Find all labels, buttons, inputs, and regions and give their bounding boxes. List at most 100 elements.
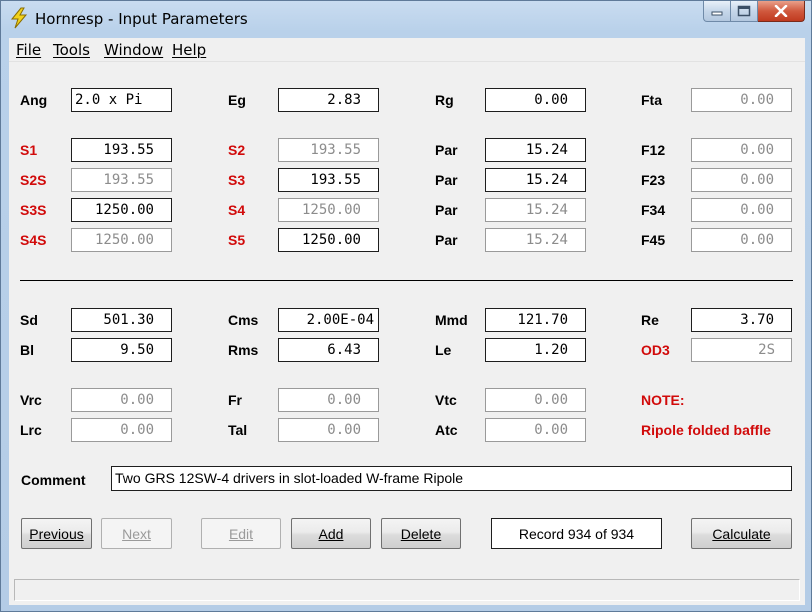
fr-field[interactable]: 0.00 bbox=[278, 388, 379, 412]
f23-label: F23 bbox=[641, 172, 666, 188]
calculate-button[interactable]: Calculate bbox=[691, 518, 792, 549]
minimize-button[interactable] bbox=[703, 1, 731, 22]
status-bar bbox=[9, 575, 805, 605]
note-heading: NOTE: bbox=[641, 392, 685, 408]
main-window: Hornresp - Input Parameters File Tools W… bbox=[0, 0, 812, 612]
par1-label: Par bbox=[435, 142, 458, 158]
s2s-label: S2S bbox=[20, 172, 47, 188]
rms-field[interactable]: 6.43 bbox=[278, 338, 379, 362]
calculate-label: Calculate bbox=[712, 525, 771, 542]
od3-field[interactable]: 2S bbox=[691, 338, 792, 362]
comment-field[interactable]: Two GRS 12SW-4 drivers in slot-loaded W-… bbox=[111, 466, 792, 491]
s2s-field[interactable]: 193.55 bbox=[71, 168, 172, 192]
window-title: Hornresp - Input Parameters bbox=[35, 10, 248, 28]
note-text: Ripole folded baffle bbox=[641, 422, 771, 438]
edit-button[interactable]: Edit bbox=[201, 518, 281, 549]
s3-field[interactable]: 193.55 bbox=[278, 168, 379, 192]
cms-label: Cms bbox=[228, 312, 259, 328]
atc-field[interactable]: 0.00 bbox=[485, 418, 586, 442]
eg-field[interactable]: 2.83 bbox=[278, 88, 379, 112]
vtc-field[interactable]: 0.00 bbox=[485, 388, 586, 412]
menu-tools[interactable]: Tools bbox=[53, 41, 90, 59]
add-button[interactable]: Add bbox=[291, 518, 371, 549]
add-label: Add bbox=[318, 525, 344, 542]
sd-field[interactable]: 501.30 bbox=[71, 308, 172, 332]
od3-label: OD3 bbox=[641, 342, 670, 358]
re-field[interactable]: 3.70 bbox=[691, 308, 792, 332]
input-parameters-form: Ang 2.0 x Pi Eg 2.83 Rg 0.00 Fta 0.00 S1… bbox=[9, 62, 805, 575]
le-field[interactable]: 1.20 bbox=[485, 338, 586, 362]
f23-field[interactable]: 0.00 bbox=[691, 168, 792, 192]
fr-label: Fr bbox=[228, 392, 242, 408]
minimize-icon bbox=[711, 11, 723, 16]
section-divider bbox=[20, 280, 793, 281]
status-panel bbox=[14, 579, 800, 601]
vtc-label: Vtc bbox=[435, 392, 457, 408]
menu-bar: File Tools Window Help bbox=[9, 38, 805, 62]
menu-help[interactable]: Help bbox=[172, 41, 206, 59]
s1-field[interactable]: 193.55 bbox=[71, 138, 172, 162]
f12-label: F12 bbox=[641, 142, 666, 158]
s2-label: S2 bbox=[228, 142, 246, 158]
par2-field[interactable]: 15.24 bbox=[485, 168, 586, 192]
s1-label: S1 bbox=[20, 142, 38, 158]
rg-label: Rg bbox=[435, 92, 454, 108]
record-counter: Record 934 of 934 bbox=[491, 518, 662, 549]
comment-label: Comment bbox=[21, 472, 86, 488]
s3s-field[interactable]: 1250.00 bbox=[71, 198, 172, 222]
vrc-field[interactable]: 0.00 bbox=[71, 388, 172, 412]
s3-label: S3 bbox=[228, 172, 246, 188]
ang-label: Ang bbox=[20, 92, 48, 108]
s4-field[interactable]: 1250.00 bbox=[278, 198, 379, 222]
delete-button[interactable]: Delete bbox=[381, 518, 461, 549]
close-icon bbox=[774, 5, 788, 17]
title-bar[interactable]: Hornresp - Input Parameters bbox=[1, 1, 811, 37]
vrc-label: Vrc bbox=[20, 392, 42, 408]
maximize-button[interactable] bbox=[731, 1, 758, 22]
next-button[interactable]: Next bbox=[101, 518, 172, 549]
rg-field[interactable]: 0.00 bbox=[485, 88, 586, 112]
s5-label: S5 bbox=[228, 232, 246, 248]
mmd-field[interactable]: 121.70 bbox=[485, 308, 586, 332]
eg-label: Eg bbox=[228, 92, 246, 108]
maximize-icon bbox=[737, 5, 751, 17]
s4s-field[interactable]: 1250.00 bbox=[71, 228, 172, 252]
s3s-label: S3S bbox=[20, 202, 47, 218]
delete-label: Delete bbox=[400, 525, 442, 542]
par3-label: Par bbox=[435, 202, 458, 218]
close-button[interactable] bbox=[758, 1, 805, 22]
fta-field[interactable]: 0.00 bbox=[691, 88, 792, 112]
bl-label: Bl bbox=[20, 342, 34, 358]
par2-label: Par bbox=[435, 172, 458, 188]
tal-field[interactable]: 0.00 bbox=[278, 418, 379, 442]
f34-field[interactable]: 0.00 bbox=[691, 198, 792, 222]
lrc-field[interactable]: 0.00 bbox=[71, 418, 172, 442]
edit-label: Edit bbox=[228, 525, 254, 542]
next-label: Next bbox=[122, 525, 151, 542]
previous-label: Previous bbox=[29, 525, 84, 542]
s4s-label: S4S bbox=[20, 232, 47, 248]
par1-field[interactable]: 15.24 bbox=[485, 138, 586, 162]
ang-field[interactable]: 2.0 x Pi bbox=[71, 88, 172, 112]
f12-field[interactable]: 0.00 bbox=[691, 138, 792, 162]
s2-field[interactable]: 193.55 bbox=[278, 138, 379, 162]
s5-field[interactable]: 1250.00 bbox=[278, 228, 379, 252]
par4-field[interactable]: 15.24 bbox=[485, 228, 586, 252]
sd-label: Sd bbox=[20, 312, 38, 328]
f45-label: F45 bbox=[641, 232, 666, 248]
f34-label: F34 bbox=[641, 202, 666, 218]
cms-field[interactable]: 2.00E-04 bbox=[278, 308, 379, 332]
atc-label: Atc bbox=[435, 422, 458, 438]
bl-field[interactable]: 9.50 bbox=[71, 338, 172, 362]
par4-label: Par bbox=[435, 232, 458, 248]
previous-button[interactable]: Previous bbox=[21, 518, 92, 549]
caption-buttons bbox=[703, 1, 805, 23]
menu-file[interactable]: File bbox=[16, 41, 41, 59]
par3-field[interactable]: 15.24 bbox=[485, 198, 586, 222]
s4-label: S4 bbox=[228, 202, 246, 218]
lightning-bolt-icon bbox=[10, 7, 28, 29]
menu-window[interactable]: Window bbox=[104, 41, 163, 59]
fta-label: Fta bbox=[641, 92, 662, 108]
f45-field[interactable]: 0.00 bbox=[691, 228, 792, 252]
le-label: Le bbox=[435, 342, 452, 358]
